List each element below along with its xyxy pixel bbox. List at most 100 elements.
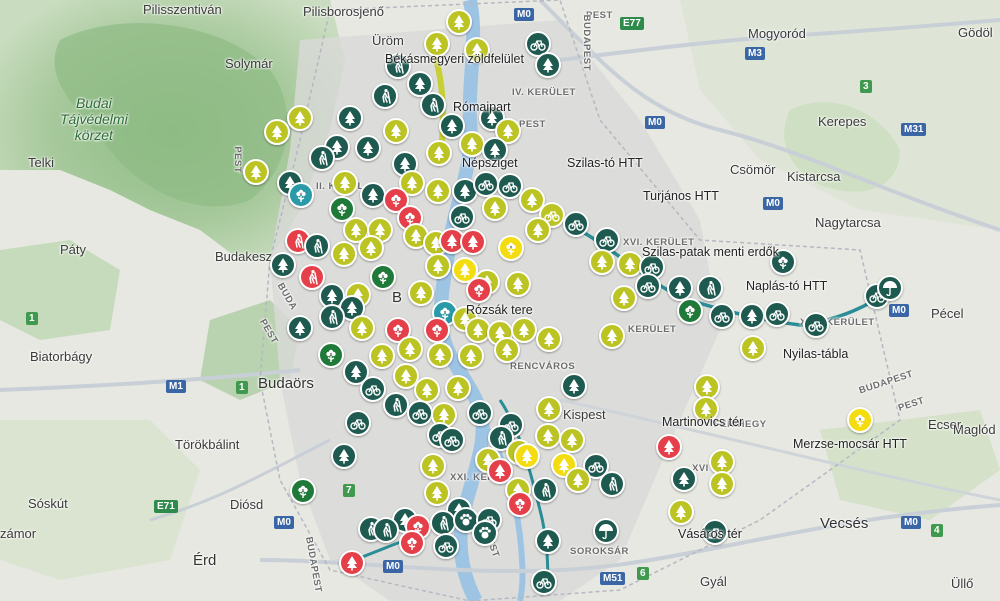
map-marker-lime-tree[interactable] — [332, 170, 358, 196]
map-marker-dark-green-hiker[interactable] — [420, 92, 446, 118]
map-marker-lime-tree[interactable] — [424, 480, 450, 506]
map-marker-lime-tree[interactable] — [446, 9, 472, 35]
map-marker-red-flower[interactable] — [507, 491, 533, 517]
map-marker-dark-green-bike[interactable] — [563, 211, 589, 237]
map-marker-lime-tree[interactable] — [287, 105, 313, 131]
map-marker-lime-tree[interactable] — [420, 453, 446, 479]
map-marker-dark-green-paw[interactable] — [472, 520, 498, 546]
tree-icon — [745, 340, 761, 356]
map-marker-lime-tree[interactable] — [536, 396, 562, 422]
bike-icon — [472, 405, 488, 421]
map-marker-lime-tree[interactable] — [427, 342, 453, 368]
tree-icon — [463, 348, 479, 364]
map-marker-dark-green-hiker[interactable] — [697, 275, 723, 301]
map-marker-dark-green-umbrella[interactable] — [593, 518, 619, 544]
map-marker-dark-green-bike[interactable] — [439, 427, 465, 453]
map-marker-dark-green-tree[interactable] — [355, 135, 381, 161]
map-marker-dark-green-tree[interactable] — [337, 105, 363, 131]
map-marker-red-tree[interactable] — [656, 434, 682, 460]
map-marker-lime-tree[interactable] — [358, 235, 384, 261]
map-marker-dark-green-tree[interactable] — [535, 52, 561, 78]
map-marker-dark-green-bike[interactable] — [407, 400, 433, 426]
map-marker-lime-tree[interactable] — [459, 131, 485, 157]
map-marker-teal-flower[interactable] — [288, 182, 314, 208]
map-marker-red-flower[interactable] — [466, 277, 492, 303]
map-marker-lime-tree[interactable] — [425, 178, 451, 204]
map-marker-red-hiker[interactable] — [299, 264, 325, 290]
map-marker-lime-tree[interactable] — [536, 326, 562, 352]
map-marker-dark-green-tree[interactable] — [287, 315, 313, 341]
map-marker-lime-tree[interactable] — [740, 335, 766, 361]
map-marker-lime-tree[interactable] — [397, 336, 423, 362]
map-marker-dark-green-tree[interactable] — [671, 466, 697, 492]
map-marker-dark-green-tree[interactable] — [331, 443, 357, 469]
poi-label-naplas-to: Naplás-tó HTT — [746, 279, 828, 293]
map-marker-lime-tree[interactable] — [525, 217, 551, 243]
map-marker-red-flower[interactable] — [424, 317, 450, 343]
map-marker-dark-green-bike[interactable] — [473, 171, 499, 197]
map-marker-lime-tree[interactable] — [565, 467, 591, 493]
map-marker-lime-tree[interactable] — [559, 427, 585, 453]
map-marker-dark-green-hiker[interactable] — [599, 471, 625, 497]
map-marker-lime-tree[interactable] — [535, 423, 561, 449]
map-marker-lime-tree[interactable] — [264, 119, 290, 145]
map-marker-dark-green-bike[interactable] — [709, 303, 735, 329]
place-label-maglod: Maglód — [953, 422, 996, 437]
map-marker-dark-green-hiker[interactable] — [304, 233, 330, 259]
map-marker-dark-green-bike[interactable] — [449, 204, 475, 230]
poi-label-turjanos: Turjános HTT — [643, 189, 719, 203]
map-marker-lime-tree[interactable] — [349, 315, 375, 341]
map-marker-lime-tree[interactable] — [505, 271, 531, 297]
map-marker-dark-green-bike[interactable] — [635, 273, 661, 299]
map-marker-dark-green-hiker[interactable] — [532, 477, 558, 503]
map-marker-lime-tree[interactable] — [369, 343, 395, 369]
map-marker-dark-green-hiker[interactable] — [373, 517, 399, 543]
map-marker-lime-tree[interactable] — [243, 159, 269, 185]
map-marker-dark-green-bike[interactable] — [360, 376, 386, 402]
map-marker-dark-green-bike[interactable] — [345, 410, 371, 436]
tree-icon — [292, 110, 308, 126]
place-label-kerepes: Kerepes — [818, 114, 867, 129]
map-marker-dark-green-bike[interactable] — [764, 301, 790, 327]
map-marker-lime-tree[interactable] — [445, 375, 471, 401]
map-marker-dark-green-tree[interactable] — [739, 303, 765, 329]
map-marker-dark-green-bike[interactable] — [467, 400, 493, 426]
map-marker-dark-green-bike[interactable] — [433, 533, 459, 559]
map-marker-red-tree[interactable] — [460, 229, 486, 255]
map-marker-dark-green-tree[interactable] — [270, 252, 296, 278]
map-marker-red-tree[interactable] — [339, 550, 365, 576]
map-marker-lime-tree[interactable] — [668, 499, 694, 525]
map-marker-yellow-tree[interactable] — [514, 443, 540, 469]
map-marker-dark-green-hiker[interactable] — [319, 304, 345, 330]
map-marker-dark-green-bike[interactable] — [803, 312, 829, 338]
map-marker-lime-tree[interactable] — [589, 249, 615, 275]
map-marker-dark-green-tree[interactable] — [360, 182, 386, 208]
map-marker-lime-tree[interactable] — [599, 323, 625, 349]
map-marker-yellow-flower[interactable] — [847, 407, 873, 433]
map-marker-lime-tree[interactable] — [426, 140, 452, 166]
map-marker-dark-green-umbrella[interactable] — [877, 275, 903, 301]
map-marker-lime-tree[interactable] — [611, 285, 637, 311]
map-marker-green-flower[interactable] — [290, 478, 316, 504]
map-marker-dark-green-hiker[interactable] — [372, 83, 398, 109]
map-marker-green-flower[interactable] — [370, 264, 396, 290]
map-marker-lime-tree[interactable] — [458, 343, 484, 369]
map-marker-green-flower[interactable] — [677, 298, 703, 324]
map-marker-dark-green-hiker[interactable] — [309, 145, 335, 171]
map-canvas[interactable]: Budai Tájvédelmi körzet Pilisszentiván Pil… — [0, 0, 1000, 601]
map-marker-dark-green-hiker[interactable] — [383, 392, 409, 418]
map-marker-red-flower[interactable] — [399, 530, 425, 556]
map-marker-green-flower[interactable] — [318, 342, 344, 368]
map-marker-lime-tree[interactable] — [331, 241, 357, 267]
map-marker-yellow-flower[interactable] — [498, 235, 524, 261]
map-marker-lime-tree[interactable] — [383, 118, 409, 144]
map-marker-dark-green-tree[interactable] — [535, 528, 561, 554]
map-marker-lime-tree[interactable] — [482, 195, 508, 221]
map-marker-lime-tree[interactable] — [494, 337, 520, 363]
map-marker-lime-tree[interactable] — [408, 280, 434, 306]
map-marker-lime-tree[interactable] — [709, 471, 735, 497]
map-marker-dark-green-tree[interactable] — [561, 373, 587, 399]
map-marker-dark-green-hiker[interactable] — [430, 510, 456, 536]
map-marker-lime-tree[interactable] — [425, 253, 451, 279]
map-marker-dark-green-bike[interactable] — [531, 569, 557, 595]
